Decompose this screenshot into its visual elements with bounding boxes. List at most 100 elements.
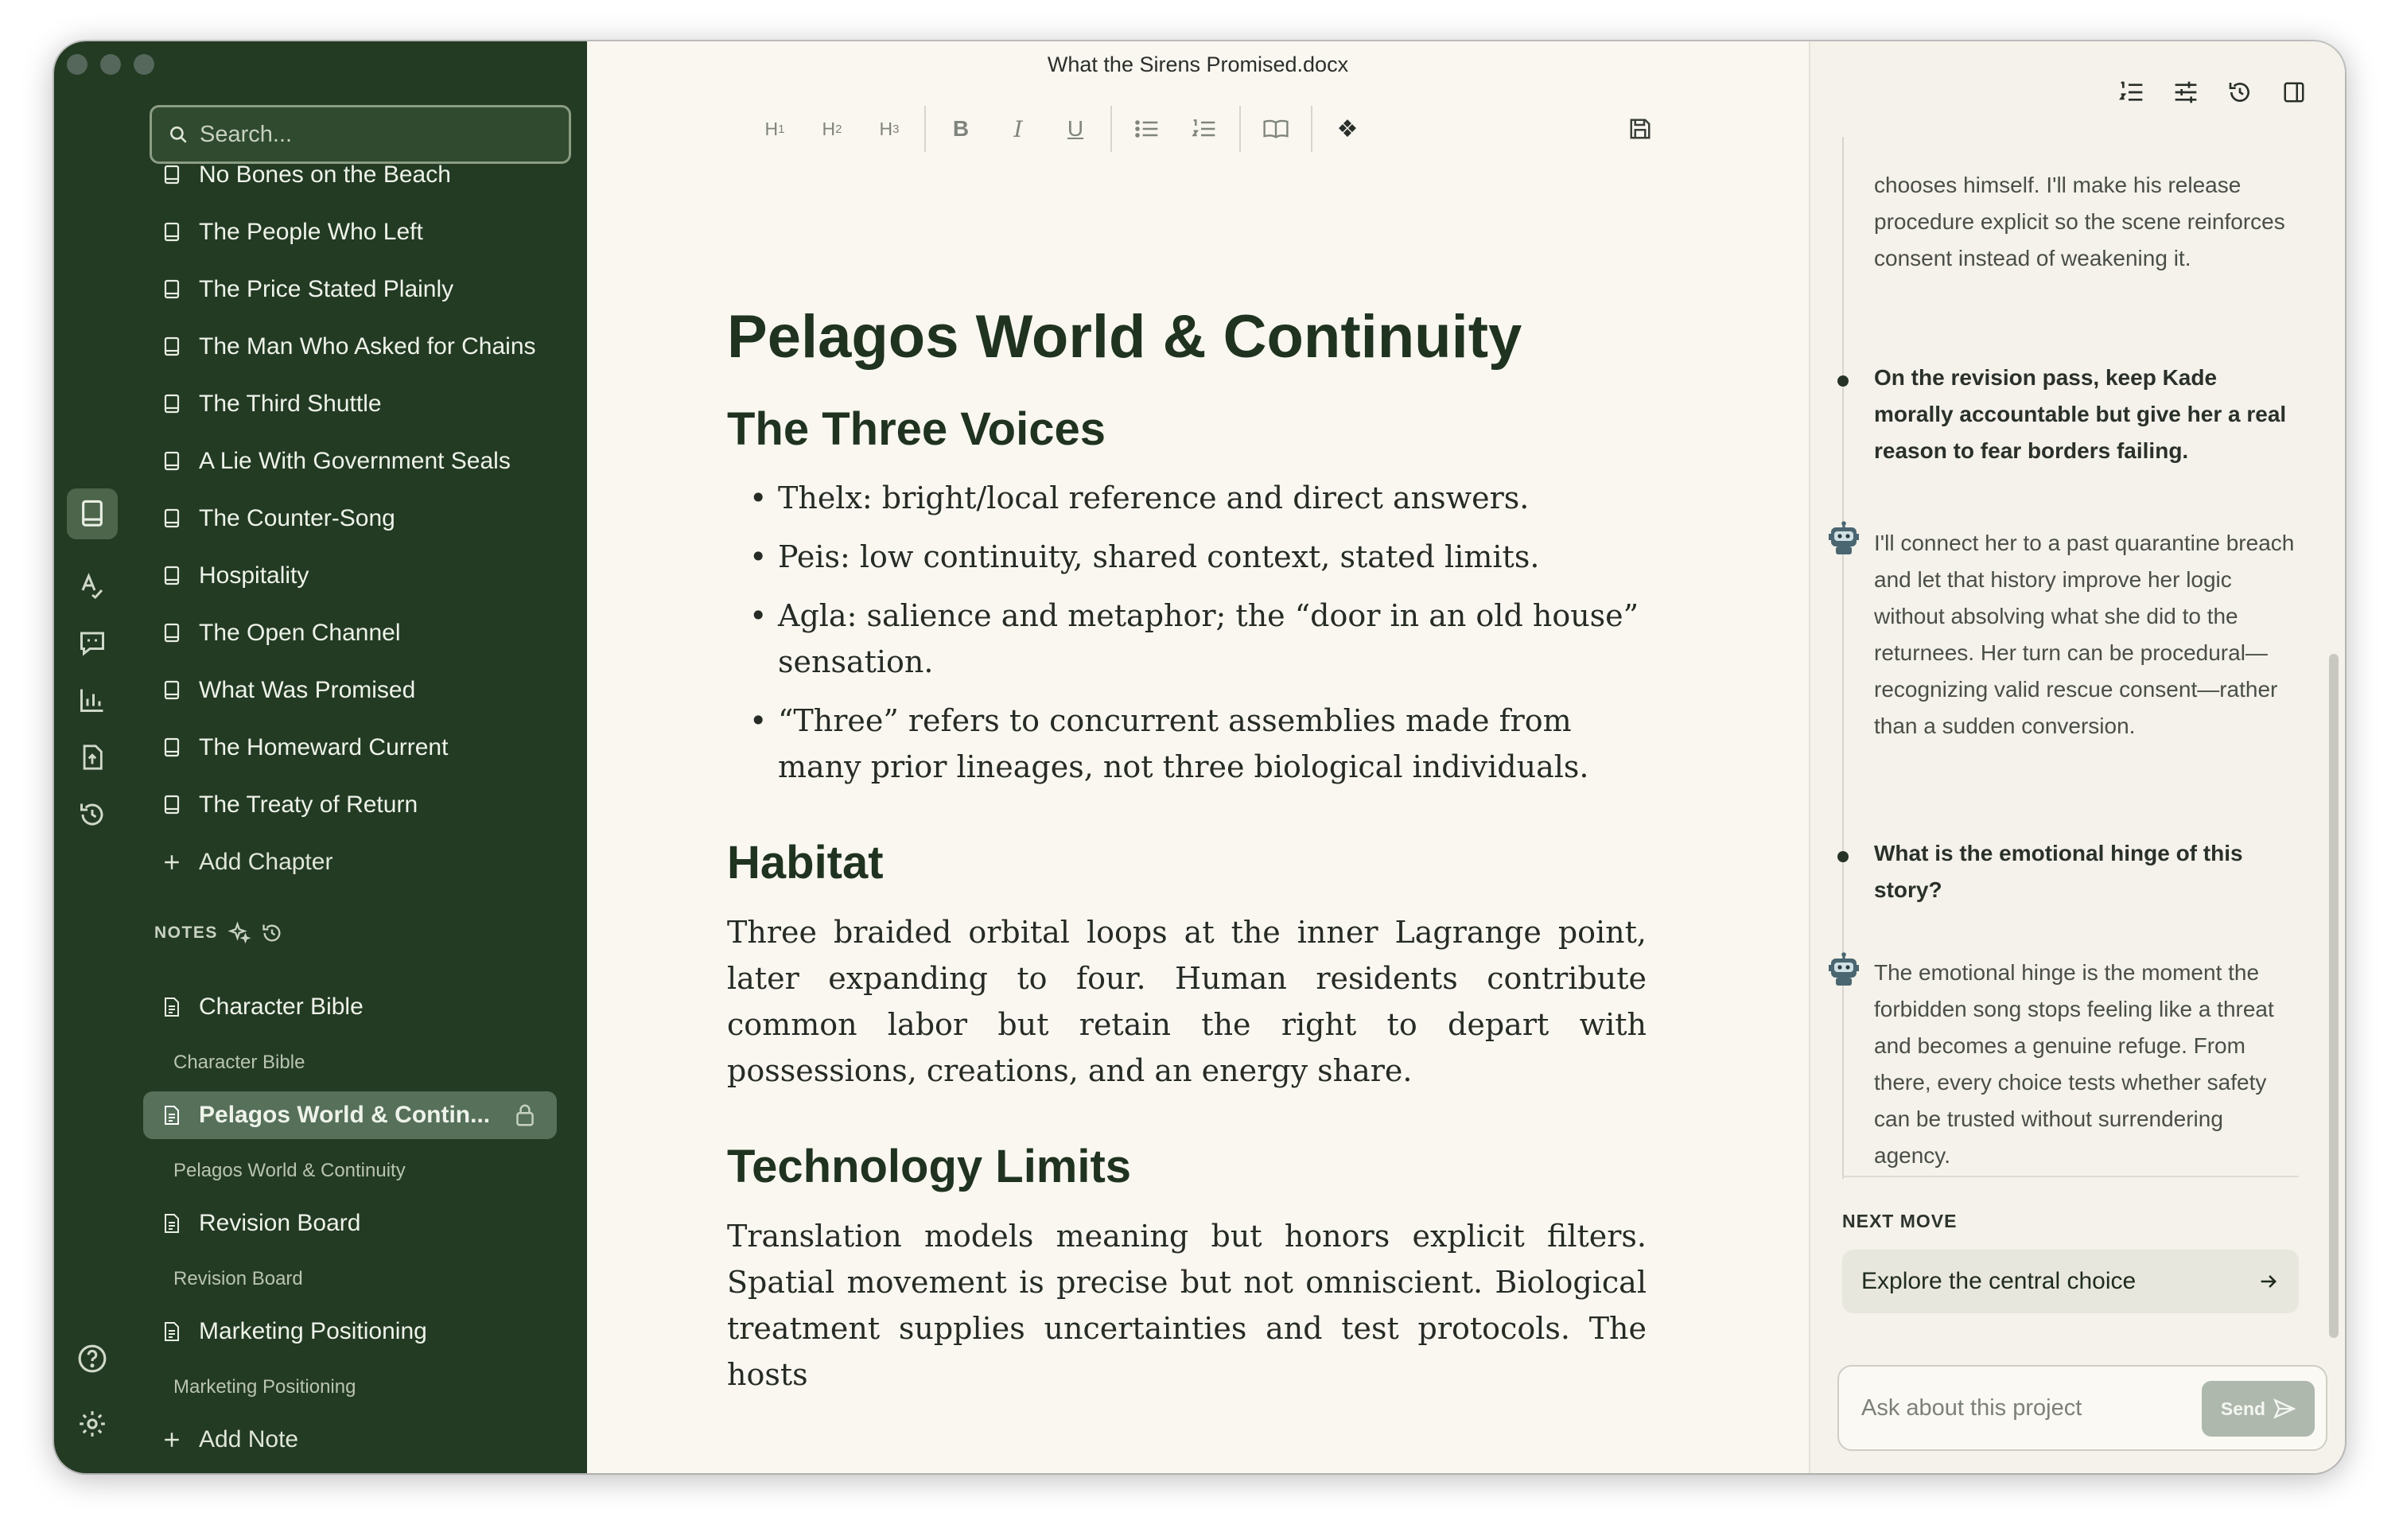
heading-3-button[interactable]: H3 bbox=[861, 105, 918, 153]
paragraph: Three braided orbital loops at the inner… bbox=[727, 915, 1647, 1089]
bold-button[interactable]: B bbox=[932, 105, 990, 153]
chapter-book-icon bbox=[161, 793, 183, 817]
chapter-item[interactable]: The People Who Left bbox=[142, 208, 563, 256]
sparkle-icon[interactable] bbox=[227, 921, 251, 945]
gear-icon bbox=[80, 1411, 105, 1437]
reading-view-button[interactable] bbox=[1247, 105, 1304, 153]
export-tab[interactable] bbox=[67, 732, 118, 783]
outline-button[interactable] bbox=[2113, 73, 2151, 111]
stats-tab[interactable] bbox=[67, 675, 118, 725]
settings-button[interactable] bbox=[67, 1398, 118, 1449]
document-content[interactable]: Pelagos World & Continuity The Three Voi… bbox=[727, 304, 1647, 1445]
save-icon bbox=[1630, 119, 1651, 139]
chapter-item[interactable]: The Third Shuttle bbox=[142, 380, 563, 428]
lock-icon[interactable] bbox=[514, 1103, 536, 1127]
chapter-item[interactable]: A Lie With Government Seals bbox=[142, 438, 563, 485]
chapter-item[interactable]: What Was Promised bbox=[142, 667, 563, 714]
chapter-book-icon bbox=[161, 449, 183, 473]
chapter-item[interactable]: The Counter-Song bbox=[142, 495, 563, 542]
chapter-title: No Bones on the Beach bbox=[199, 161, 451, 188]
bullet-list: Thelx: bright/local reference and direct… bbox=[727, 475, 1647, 790]
add-chapter-button[interactable]: Add Chapter bbox=[142, 838, 563, 886]
chapter-book-icon bbox=[161, 392, 183, 416]
send-label: Send bbox=[2220, 1398, 2266, 1419]
search-box[interactable] bbox=[150, 105, 571, 164]
chapter-title: The People Who Left bbox=[199, 219, 423, 245]
zoom-window-button[interactable] bbox=[134, 54, 154, 75]
adjustments-button[interactable] bbox=[2167, 73, 2205, 111]
numbered-list-icon bbox=[1192, 119, 1215, 137]
add-note-label: Add Note bbox=[199, 1426, 299, 1452]
chapter-item[interactable]: No Bones on the Beach bbox=[142, 161, 563, 199]
chat-thread[interactable]: chooses himself. I'll make his release p… bbox=[1810, 137, 2345, 1179]
send-button[interactable]: Send bbox=[2202, 1381, 2315, 1437]
chapter-item[interactable]: Hospitality bbox=[142, 552, 563, 600]
toolbar-divider bbox=[924, 106, 926, 152]
chapter-item[interactable]: The Price Stated Plainly bbox=[142, 266, 563, 313]
manuscript-tab[interactable] bbox=[67, 488, 118, 539]
heading-2-button[interactable]: H2 bbox=[803, 105, 861, 153]
toolbar-divider bbox=[1239, 106, 1241, 152]
ask-box[interactable]: Send bbox=[1837, 1365, 2327, 1451]
document-icon bbox=[161, 995, 183, 1019]
chapter-item[interactable]: The Open Channel bbox=[142, 609, 563, 657]
style-tab[interactable] bbox=[67, 560, 118, 611]
search-input[interactable] bbox=[200, 121, 534, 148]
chapter-item[interactable]: The Man Who Asked for Chains bbox=[142, 323, 563, 371]
sliders-icon bbox=[2175, 81, 2197, 103]
icon-rail bbox=[54, 41, 134, 1473]
toggle-panel-button[interactable] bbox=[2275, 73, 2313, 111]
note-item-character-bible[interactable]: Character Bible bbox=[142, 983, 563, 1031]
list-item: Agla: salience and metaphor; the “door i… bbox=[727, 593, 1647, 685]
list-item: “Three” refers to concurrent assemblies … bbox=[727, 698, 1647, 790]
version-history-button[interactable] bbox=[2221, 73, 2259, 111]
save-button[interactable] bbox=[1612, 105, 1669, 153]
note-title: Marketing Positioning bbox=[199, 1318, 427, 1344]
note-subtitle: Pelagos World & Continuity bbox=[173, 1160, 406, 1181]
note-item-marketing-positioning[interactable]: Marketing Positioning bbox=[142, 1308, 563, 1355]
chapter-item[interactable]: The Treaty of Return bbox=[142, 781, 563, 829]
help-icon bbox=[78, 1344, 107, 1373]
add-note-button[interactable]: Add Note bbox=[142, 1416, 563, 1464]
notes-header-label: NOTES bbox=[154, 924, 218, 942]
note-title: Revision Board bbox=[199, 1210, 361, 1236]
heading-1-button[interactable]: H1 bbox=[746, 105, 803, 153]
spellcheck-icon bbox=[81, 573, 103, 600]
chapter-book-icon bbox=[161, 679, 183, 702]
format-toolbar: H1 H2 H3 B I U ❖ bbox=[746, 105, 1669, 153]
note-subtitle: Character Bible bbox=[173, 1052, 305, 1073]
document-title: Pelagos World & Continuity bbox=[727, 303, 1522, 371]
open-book-icon bbox=[1263, 119, 1289, 138]
sidebar: No Bones on the Beach The People Who Lef… bbox=[54, 41, 587, 1473]
note-item-pelagos-world[interactable]: Pelagos World & Contin... bbox=[143, 1091, 557, 1139]
chapter-item[interactable]: The Homeward Current bbox=[142, 724, 563, 772]
plus-icon bbox=[161, 1428, 183, 1452]
ornament-button[interactable]: ❖ bbox=[1319, 105, 1376, 153]
assistant-panel: chooses himself. I'll make his release p… bbox=[1809, 41, 2345, 1473]
robot-icon bbox=[1829, 952, 1859, 986]
thread-scrollbar[interactable] bbox=[2329, 654, 2339, 1338]
user-message-dot bbox=[1837, 851, 1849, 862]
help-button[interactable] bbox=[67, 1333, 118, 1384]
assistant-message: The emotional hinge is the moment the fo… bbox=[1874, 960, 2274, 1168]
sidebar-toggle-icon bbox=[2284, 82, 2304, 103]
user-message: On the revision pass, keep Kade morally … bbox=[1874, 365, 2287, 463]
search-icon bbox=[170, 126, 187, 143]
list-item: Peis: low continuity, shared context, st… bbox=[727, 534, 1647, 580]
comments-tab[interactable] bbox=[67, 617, 118, 668]
history-tab[interactable] bbox=[67, 789, 118, 840]
explore-central-choice-button[interactable]: Explore the central choice bbox=[1842, 1250, 2299, 1313]
italic-button[interactable]: I bbox=[990, 105, 1047, 153]
note-item-revision-board[interactable]: Revision Board bbox=[142, 1200, 563, 1247]
history-icon bbox=[80, 803, 103, 826]
paragraph: Translation models meaning but honors ex… bbox=[727, 1218, 1647, 1392]
notes-section-header: NOTES bbox=[154, 921, 283, 945]
bullet-list-button[interactable] bbox=[1118, 105, 1176, 153]
numbered-list-button[interactable] bbox=[1176, 105, 1233, 153]
ask-input[interactable] bbox=[1861, 1394, 2211, 1421]
chart-icon bbox=[80, 689, 103, 712]
notes-history-icon[interactable] bbox=[261, 922, 283, 944]
document-icon bbox=[161, 1211, 183, 1235]
underline-button[interactable]: U bbox=[1047, 105, 1104, 153]
note-title: Pelagos World & Contin... bbox=[199, 1102, 491, 1128]
